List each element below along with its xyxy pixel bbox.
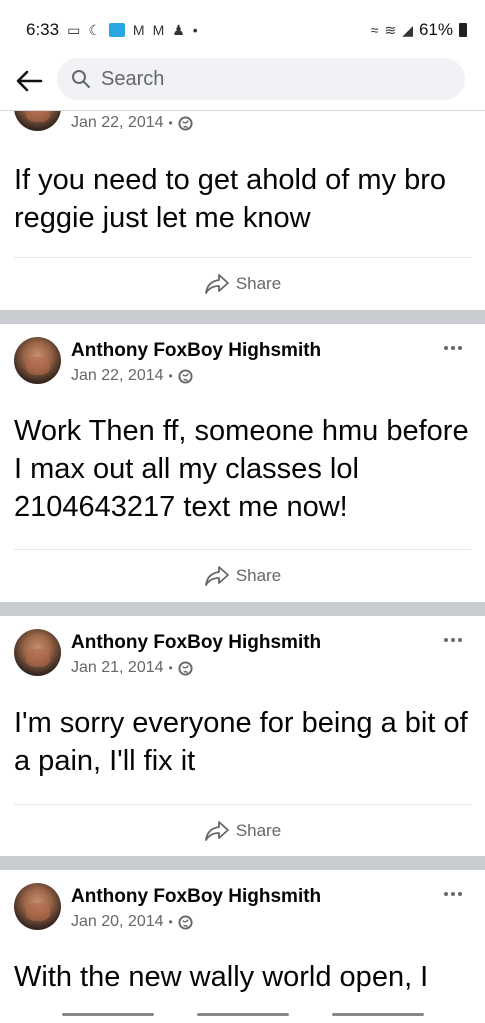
signal-icon: ◢ bbox=[402, 21, 413, 38]
search-input[interactable] bbox=[99, 66, 443, 92]
post-meta: Jan 21, 2014 • bbox=[71, 659, 193, 677]
post-date[interactable]: Jan 20, 2014 bbox=[71, 913, 164, 931]
share-label: Share bbox=[235, 821, 282, 840]
post-meta: Jan 22, 2014 • bbox=[71, 367, 193, 385]
post-separator bbox=[0, 310, 485, 324]
status-time: 6:33 bbox=[26, 20, 60, 39]
globe-icon bbox=[178, 660, 193, 676]
meta-separator: • bbox=[168, 116, 173, 130]
share-icon bbox=[204, 821, 229, 841]
system-nav-bar bbox=[0, 1007, 485, 1023]
share-button[interactable]: Share bbox=[0, 561, 485, 591]
globe-icon bbox=[178, 368, 193, 384]
avatar[interactable] bbox=[14, 629, 61, 676]
status-bar: 6:33 ▭ ☾ M M ♟ • ≈ ≋ ◢ 61% bbox=[0, 0, 485, 56]
wifi-icon: ≋ bbox=[384, 21, 397, 38]
post-separator bbox=[0, 602, 485, 616]
search-icon bbox=[71, 68, 93, 90]
back-button[interactable] bbox=[12, 64, 46, 98]
post: Jan 22, 2014 • If you need to get ahold … bbox=[0, 111, 485, 310]
share-button[interactable]: Share bbox=[0, 816, 485, 846]
divider bbox=[14, 257, 471, 258]
post-text: With the new wally world open, I bbox=[14, 961, 429, 993]
share-label: Share bbox=[235, 274, 282, 293]
share-label: Share bbox=[235, 566, 282, 585]
more-options-icon[interactable] bbox=[441, 340, 465, 356]
post-text: If you need to get ahold of my bro reggi… bbox=[14, 164, 447, 234]
divider bbox=[14, 804, 471, 805]
globe-icon bbox=[178, 115, 193, 131]
status-right: ≈ ≋ ◢ 61% bbox=[371, 20, 467, 40]
app-notification-icon bbox=[108, 23, 125, 37]
feed: Jan 22, 2014 • If you need to get ahold … bbox=[0, 111, 485, 1007]
post: Anthony FoxBoy Highsmith Jan 21, 2014 • … bbox=[0, 616, 485, 856]
post-author[interactable]: Anthony FoxBoy Highsmith bbox=[71, 886, 321, 908]
post-author[interactable]: Anthony FoxBoy Highsmith bbox=[71, 340, 321, 362]
meta-separator: • bbox=[168, 369, 173, 383]
gmail-icon: M bbox=[152, 22, 165, 38]
meta-separator: • bbox=[168, 915, 173, 929]
share-icon bbox=[204, 274, 229, 294]
post-separator bbox=[0, 856, 485, 870]
moon-icon: ☾ bbox=[88, 21, 101, 38]
globe-icon bbox=[178, 914, 193, 930]
status-left: 6:33 ▭ ☾ M M ♟ • bbox=[26, 20, 198, 40]
avatar[interactable] bbox=[14, 337, 61, 384]
battery-percent: 61% bbox=[418, 20, 453, 39]
person-icon: ♟ bbox=[172, 21, 185, 38]
mute-icon: ≈ bbox=[370, 22, 379, 38]
search-box[interactable] bbox=[57, 58, 465, 100]
dot-icon: • bbox=[192, 22, 198, 38]
notification-icon: ▭ bbox=[67, 21, 81, 38]
divider bbox=[14, 549, 471, 550]
avatar[interactable] bbox=[14, 883, 61, 930]
post-author[interactable]: Anthony FoxBoy Highsmith bbox=[71, 632, 321, 654]
arrow-left-icon bbox=[16, 70, 43, 92]
post-date[interactable]: Jan 21, 2014 bbox=[71, 659, 164, 677]
post-date[interactable]: Jan 22, 2014 bbox=[71, 114, 164, 132]
post-meta: Jan 20, 2014 • bbox=[71, 913, 193, 931]
post-meta: Jan 22, 2014 • bbox=[71, 114, 193, 132]
battery-icon bbox=[459, 23, 467, 37]
back-nav-button[interactable] bbox=[332, 1013, 424, 1016]
avatar[interactable] bbox=[14, 111, 61, 131]
more-options-icon[interactable] bbox=[441, 632, 465, 648]
more-options-icon[interactable] bbox=[441, 886, 465, 902]
home-button[interactable] bbox=[197, 1013, 289, 1016]
mail-icon: M bbox=[132, 22, 145, 38]
post: Anthony FoxBoy Highsmith Jan 22, 2014 • … bbox=[0, 324, 485, 602]
top-bar bbox=[0, 56, 485, 111]
post-text: I'm sorry everyone for being a bit of a … bbox=[14, 707, 468, 777]
share-icon bbox=[204, 566, 229, 586]
meta-separator: • bbox=[168, 661, 173, 675]
post-date[interactable]: Jan 22, 2014 bbox=[71, 367, 164, 385]
recent-apps-button[interactable] bbox=[62, 1013, 154, 1016]
share-button[interactable]: Share bbox=[0, 269, 485, 299]
post-text: Work Then ff, someone hmu before I max o… bbox=[14, 415, 469, 523]
post: Anthony FoxBoy Highsmith Jan 20, 2014 • … bbox=[0, 870, 485, 1007]
